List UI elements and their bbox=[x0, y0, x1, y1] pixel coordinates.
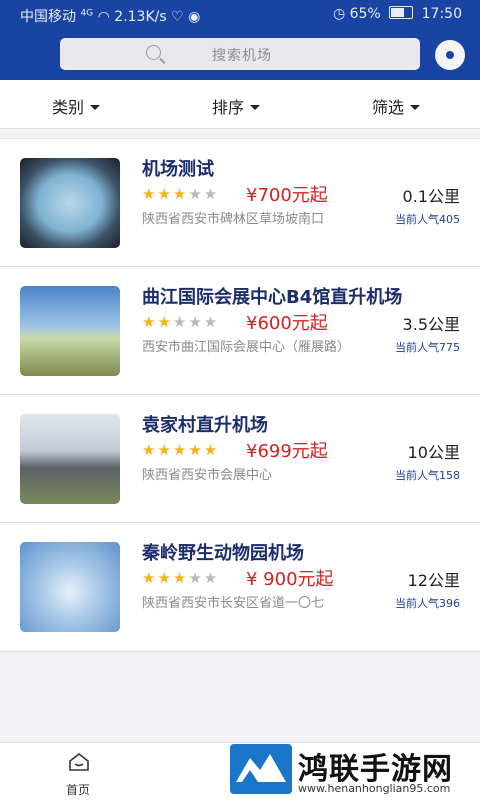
airport-thumbnail bbox=[20, 286, 120, 376]
battery-text: 65% bbox=[349, 6, 381, 22]
airport-distance: 12公里 bbox=[407, 571, 460, 590]
search-input[interactable]: 搜索机场 bbox=[60, 38, 420, 70]
watermark: 鸿联手游网 www.henanhonglian95.com bbox=[228, 742, 480, 800]
speed-text: 2.13K/s bbox=[114, 9, 167, 25]
heart-icon: ♡ bbox=[171, 9, 184, 25]
rating-stars: ★★★★★ bbox=[142, 185, 220, 203]
rating-stars: ★★★★★ bbox=[142, 441, 220, 459]
airport-name: 袁家村直升机场 bbox=[142, 415, 268, 436]
airport-distance: 10公里 bbox=[407, 443, 460, 462]
wifi-icon: ◠ bbox=[97, 9, 110, 25]
status-bar: 中国移动 4G ◠ 2.13K/s ♡ ◉ ◷ 65% 17:50 bbox=[0, 0, 480, 30]
search-icon bbox=[146, 45, 161, 60]
airport-address: 陕西省西安市碑林区草场坡南口 bbox=[142, 212, 325, 227]
rating-stars: ★★★★★ bbox=[142, 569, 220, 587]
sort-dropdown[interactable]: 排序 bbox=[212, 94, 260, 118]
category-dropdown[interactable]: 类别 bbox=[52, 94, 100, 118]
airport-price: ¥700元起 bbox=[246, 185, 328, 206]
airport-price: ¥699元起 bbox=[246, 441, 328, 462]
app-header: 中国移动 4G ◠ 2.13K/s ♡ ◉ ◷ 65% 17:50 搜索机场 bbox=[0, 0, 480, 80]
time-text: 17:50 bbox=[421, 6, 462, 22]
airport-price: ¥ 900元起 bbox=[246, 569, 334, 590]
airport-card[interactable]: 袁家村直升机场 ★★★★★ ¥699元起 10公里 陕西省西安市会展中心 当前人… bbox=[0, 394, 480, 523]
airport-list: 机场测试 ★★★★★ ¥700元起 0.1公里 陕西省西安市碑林区草场坡南口 当… bbox=[0, 138, 480, 652]
airport-popularity: 当前人气158 bbox=[395, 469, 460, 482]
rating-stars: ★★★★★ bbox=[142, 313, 220, 331]
airport-popularity: 当前人气405 bbox=[395, 213, 460, 226]
disc-icon[interactable] bbox=[435, 40, 465, 70]
airport-thumbnail bbox=[20, 158, 120, 248]
airport-card[interactable]: 曲江国际会展中心B4馆直升机场 ★★★★★ ¥600元起 3.5公里 西安市曲江… bbox=[0, 266, 480, 395]
airport-address: 西安市曲江国际会展中心（雁展路） bbox=[142, 340, 351, 355]
airport-distance: 0.1公里 bbox=[402, 187, 460, 206]
battery-icon bbox=[389, 6, 414, 19]
filter-bar: 类别 排序 筛选 bbox=[0, 80, 480, 129]
airport-card[interactable]: 机场测试 ★★★★★ ¥700元起 0.1公里 陕西省西安市碑林区草场坡南口 当… bbox=[0, 138, 480, 267]
carrier-text: 中国移动 bbox=[20, 9, 76, 25]
search-placeholder: 搜索机场 bbox=[212, 48, 272, 64]
airport-name: 机场测试 bbox=[142, 159, 214, 180]
airport-popularity: 当前人气775 bbox=[395, 341, 460, 354]
airport-price: ¥600元起 bbox=[246, 313, 328, 334]
airport-thumbnail bbox=[20, 414, 120, 504]
airport-distance: 3.5公里 bbox=[402, 315, 460, 334]
airport-name: 曲江国际会展中心B4馆直升机场 bbox=[142, 287, 403, 308]
airport-address: 陕西省西安市会展中心 bbox=[142, 468, 273, 483]
airport-card[interactable]: 秦岭野生动物园机场 ★★★★★ ¥ 900元起 12公里 陕西省西安市长安区省道… bbox=[0, 522, 480, 652]
airport-name: 秦岭野生动物园机场 bbox=[142, 543, 304, 564]
filter-dropdown[interactable]: 筛选 bbox=[372, 94, 420, 118]
tab-home-label: 首页 bbox=[66, 783, 91, 797]
watermark-url: www.henanhonglian95.com bbox=[298, 782, 451, 795]
alarm-icon: ◷ bbox=[332, 6, 346, 22]
airport-address: 陕西省西安市长安区省道一〇七 bbox=[142, 596, 325, 611]
airport-thumbnail bbox=[20, 542, 120, 632]
eye-icon: ◉ bbox=[188, 9, 201, 25]
watermark-logo bbox=[230, 744, 292, 794]
home-icon bbox=[69, 753, 89, 771]
airport-popularity: 当前人气396 bbox=[395, 597, 460, 610]
network-text: 4G bbox=[80, 8, 94, 19]
